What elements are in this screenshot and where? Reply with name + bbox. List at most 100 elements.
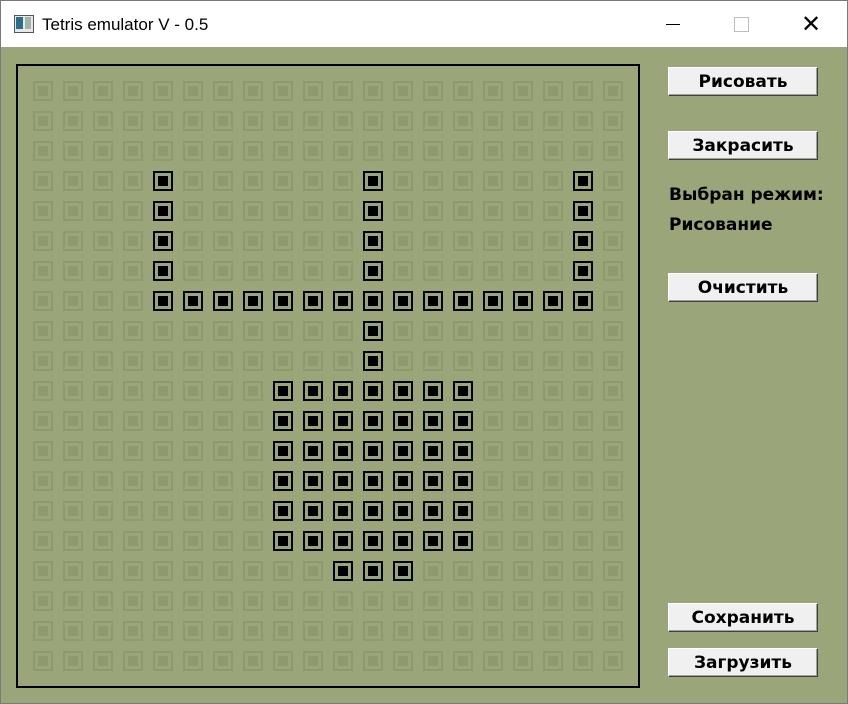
grid-cell[interactable] [123,231,143,251]
grid-cell-filled[interactable] [273,471,293,491]
grid-cell[interactable] [393,621,413,641]
grid-cell[interactable] [423,621,443,641]
grid-cell-filled[interactable] [453,471,473,491]
grid-cell[interactable] [273,171,293,191]
grid-cell-filled[interactable] [513,291,533,311]
grid-cell[interactable] [153,111,173,131]
grid-cell[interactable] [153,441,173,461]
grid-cell[interactable] [573,141,593,161]
grid-cell[interactable] [513,171,533,191]
grid-cell[interactable] [63,381,83,401]
grid-cell[interactable] [543,381,563,401]
grid-cell[interactable] [183,381,203,401]
grid-cell[interactable] [513,81,533,101]
grid-cell[interactable] [423,81,443,101]
grid-cell[interactable] [543,321,563,341]
grid-cell-filled[interactable] [393,561,413,581]
drawing-grid[interactable] [16,64,640,688]
grid-cell[interactable] [183,651,203,671]
grid-cell[interactable] [513,321,533,341]
grid-cell-filled[interactable] [153,201,173,221]
grid-cell[interactable] [603,471,623,491]
grid-cell[interactable] [303,351,323,371]
grid-cell[interactable] [213,411,233,431]
grid-cell[interactable] [483,471,503,491]
grid-cell-filled[interactable] [333,501,353,521]
grid-cell[interactable] [273,201,293,221]
grid-cell[interactable] [573,411,593,431]
grid-cell[interactable] [243,591,263,611]
grid-cell[interactable] [153,321,173,341]
grid-cell[interactable] [393,651,413,671]
grid-cell[interactable] [93,531,113,551]
grid-cell-filled[interactable] [573,201,593,221]
grid-cell[interactable] [63,81,83,101]
grid-cell-filled[interactable] [273,531,293,551]
grid-cell[interactable] [123,591,143,611]
grid-cell[interactable] [63,171,83,191]
grid-cell[interactable] [303,111,323,131]
grid-cell-filled[interactable] [183,291,203,311]
grid-cell[interactable] [543,81,563,101]
grid-cell[interactable] [63,531,83,551]
grid-cell-filled[interactable] [213,291,233,311]
grid-cell[interactable] [243,531,263,551]
grid-cell[interactable] [483,351,503,371]
grid-cell[interactable] [603,141,623,161]
grid-cell[interactable] [93,291,113,311]
fill-button[interactable]: Закрасить [668,131,818,160]
grid-cell[interactable] [93,561,113,581]
grid-cell[interactable] [603,321,623,341]
grid-cell-filled[interactable] [363,381,383,401]
grid-cell[interactable] [363,651,383,671]
grid-cell-filled[interactable] [453,531,473,551]
grid-cell-filled[interactable] [273,291,293,311]
grid-cell[interactable] [543,471,563,491]
grid-cell-filled[interactable] [273,501,293,521]
grid-cell[interactable] [63,291,83,311]
grid-cell[interactable] [243,501,263,521]
grid-cell[interactable] [603,621,623,641]
grid-cell[interactable] [123,381,143,401]
grid-cell-filled[interactable] [423,441,443,461]
grid-cell[interactable] [573,621,593,641]
maximize-icon[interactable] [721,9,761,39]
grid-cell-filled[interactable] [363,441,383,461]
grid-cell[interactable] [453,171,473,191]
grid-cell[interactable] [213,441,233,461]
grid-cell-filled[interactable] [573,171,593,191]
grid-cell[interactable] [93,471,113,491]
grid-cell[interactable] [243,411,263,431]
grid-cell[interactable] [93,351,113,371]
grid-cell[interactable] [153,381,173,401]
grid-cell[interactable] [483,381,503,401]
grid-cell[interactable] [123,351,143,371]
grid-cell[interactable] [453,111,473,131]
grid-cell[interactable] [513,561,533,581]
grid-cell[interactable] [153,621,173,641]
grid-cell-filled[interactable] [363,321,383,341]
grid-cell[interactable] [543,111,563,131]
grid-cell[interactable] [423,651,443,671]
grid-cell[interactable] [273,651,293,671]
grid-cell-filled[interactable] [363,531,383,551]
grid-cell[interactable] [573,351,593,371]
grid-cell[interactable] [273,351,293,371]
grid-cell[interactable] [243,201,263,221]
save-button[interactable]: Сохранить [668,603,818,632]
grid-cell[interactable] [393,231,413,251]
grid-cell-filled[interactable] [423,291,443,311]
grid-cell[interactable] [543,411,563,431]
grid-cell[interactable] [63,471,83,491]
grid-cell[interactable] [483,591,503,611]
grid-cell[interactable] [213,531,233,551]
grid-cell[interactable] [183,141,203,161]
grid-cell[interactable] [243,381,263,401]
grid-cell[interactable] [183,171,203,191]
grid-cell[interactable] [603,201,623,221]
grid-cell[interactable] [333,231,353,251]
grid-cell[interactable] [333,591,353,611]
grid-cell[interactable] [393,351,413,371]
grid-cell[interactable] [333,81,353,101]
grid-cell[interactable] [363,81,383,101]
